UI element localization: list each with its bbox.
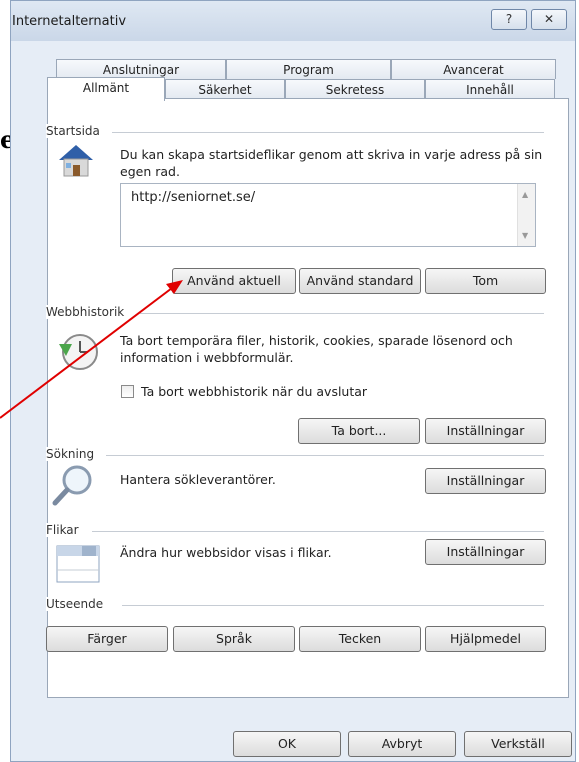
tab-allmant[interactable]: Allmänt	[47, 77, 165, 101]
annotation-arrow	[0, 280, 183, 419]
